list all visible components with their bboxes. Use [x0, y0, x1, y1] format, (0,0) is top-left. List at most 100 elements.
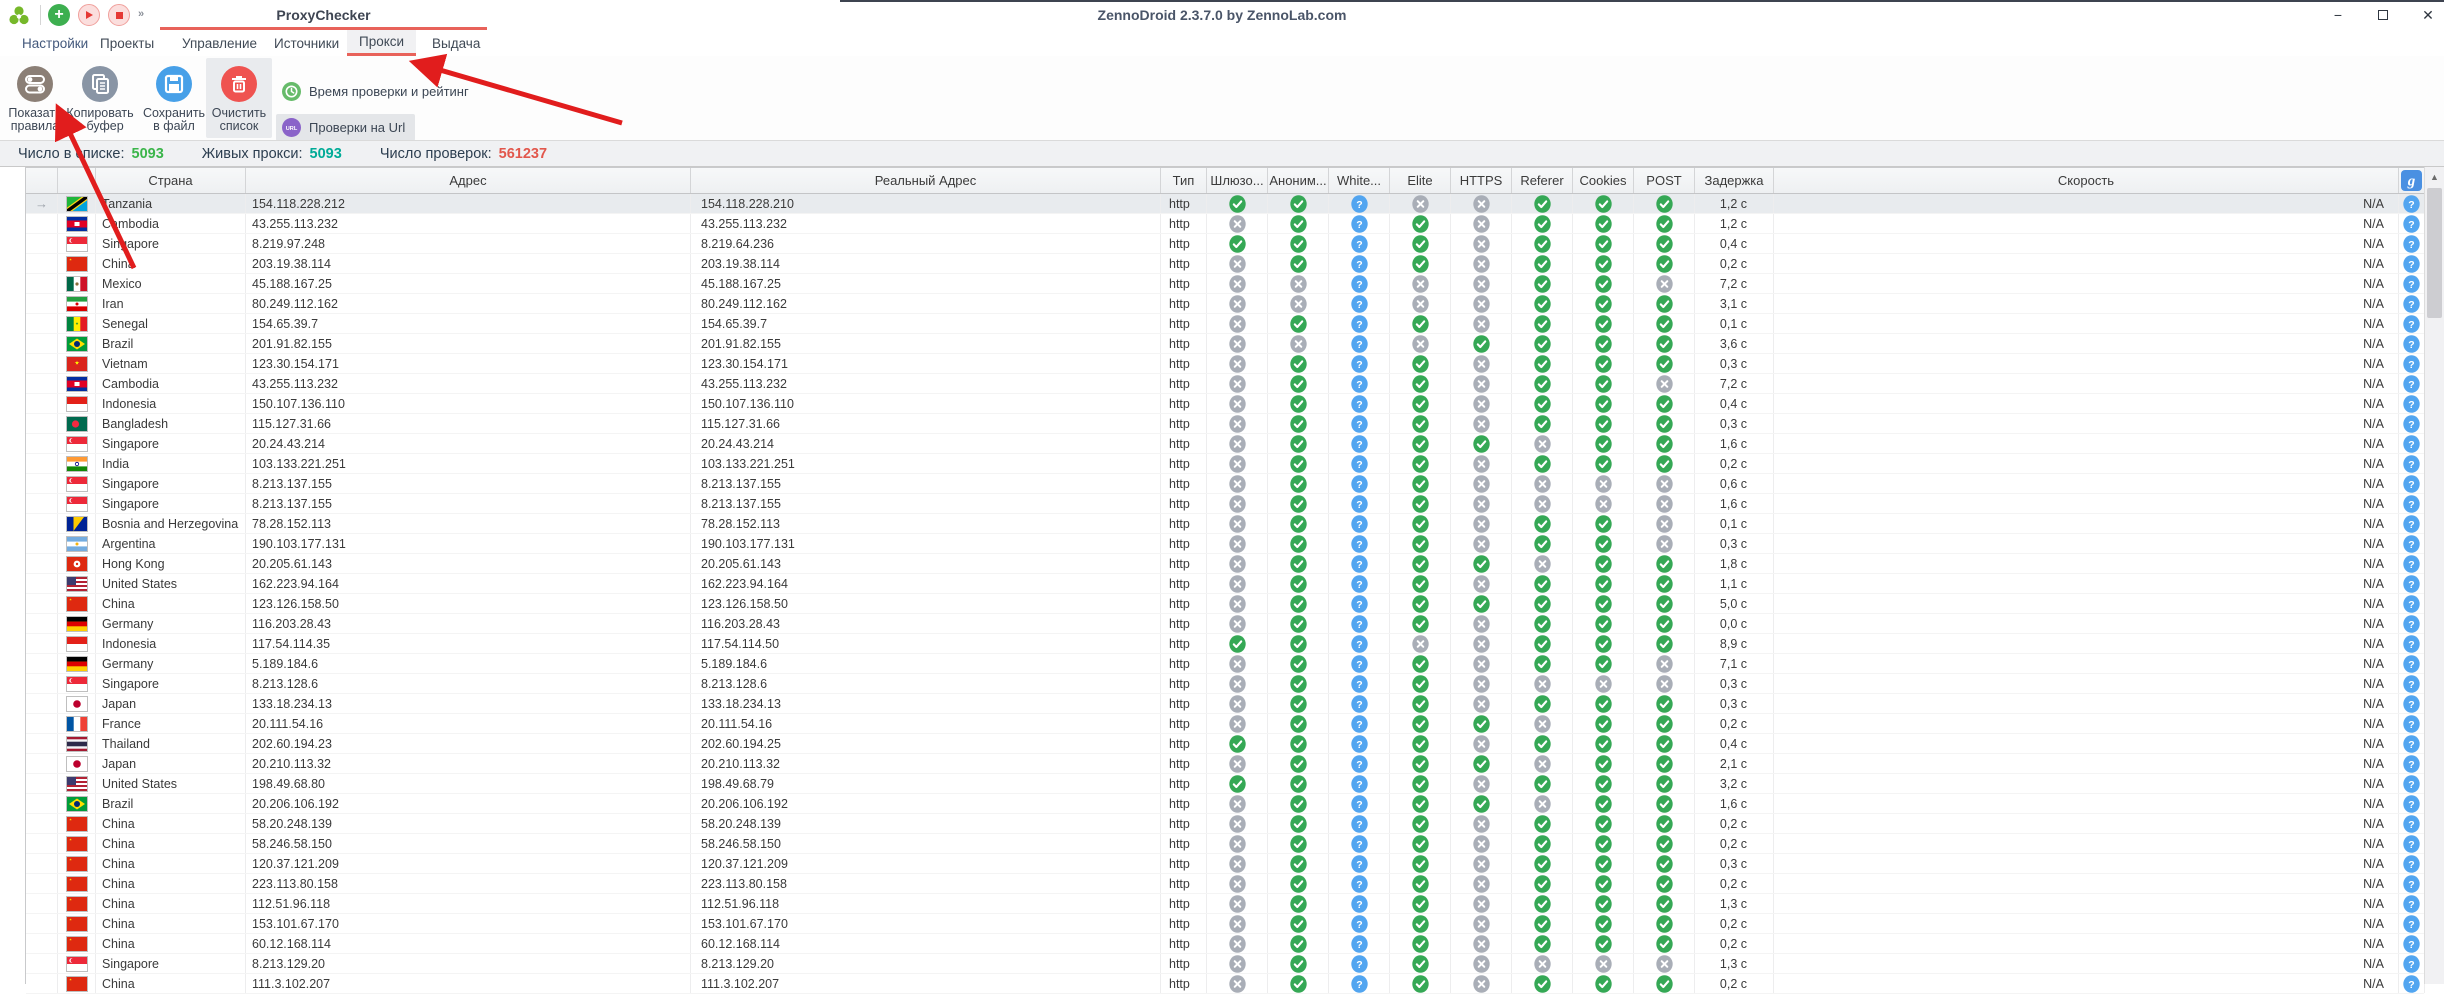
- menu-item-3[interactable]: Управление: [170, 30, 269, 56]
- column-header-anonymity[interactable]: Аноним...: [1268, 168, 1329, 193]
- table-row[interactable]: Singapore8.213.129.208.213.129.20http?1,…: [26, 954, 2424, 974]
- scroll-up-arrow-icon[interactable]: ▲: [2425, 167, 2444, 186]
- cell-white: ?: [1329, 794, 1390, 813]
- toolbar-button-2[interactable]: Копировать в буфер: [67, 58, 133, 138]
- table-row[interactable]: Japan20.210.113.3220.210.113.32http?2,1 …: [26, 754, 2424, 774]
- menu-item-4[interactable]: Источники: [262, 30, 351, 56]
- table-row[interactable]: United States162.223.94.164162.223.94.16…: [26, 574, 2424, 594]
- cell-type: http: [1161, 714, 1207, 733]
- cell-white: ?: [1329, 734, 1390, 753]
- table-row[interactable]: Singapore20.24.43.21420.24.43.214http?1,…: [26, 434, 2424, 454]
- menu-item-1[interactable]: Настройки: [10, 30, 100, 56]
- table-row[interactable]: Iran80.249.112.16280.249.112.162http?3,1…: [26, 294, 2424, 314]
- check-ok-icon: [1534, 895, 1551, 913]
- column-header-indicator[interactable]: [26, 168, 58, 193]
- table-row[interactable]: Argentina190.103.177.131190.103.177.131h…: [26, 534, 2424, 554]
- column-header-white[interactable]: White...: [1329, 168, 1390, 193]
- table-row[interactable]: India103.133.221.251103.133.221.251http?…: [26, 454, 2424, 474]
- table-row[interactable]: China153.101.67.170153.101.67.170http?0,…: [26, 914, 2424, 934]
- table-row[interactable]: Germany116.203.28.43116.203.28.43http?0,…: [26, 614, 2424, 634]
- column-header-type[interactable]: Тип: [1161, 168, 1207, 193]
- cell-country: Cambodia: [96, 214, 246, 233]
- table-row[interactable]: Brazil20.206.106.19220.206.106.192http?1…: [26, 794, 2424, 814]
- menu-item-6[interactable]: Выдача: [420, 30, 492, 56]
- cell-type: http: [1161, 894, 1207, 913]
- check-ok-icon: [1229, 635, 1246, 653]
- table-row[interactable]: China223.113.80.158223.113.80.158http?0,…: [26, 874, 2424, 894]
- menu-item-2[interactable]: Проекты: [88, 30, 166, 56]
- new-project-button[interactable]: +: [48, 4, 70, 26]
- cell-real-address: 5.189.184.6: [691, 654, 1161, 673]
- column-header-elite[interactable]: Elite: [1390, 168, 1451, 193]
- table-row[interactable]: Cambodia43.255.113.23243.255.113.232http…: [26, 374, 2424, 394]
- column-header-gateway[interactable]: Шлюзо...: [1207, 168, 1268, 193]
- cell-anonymity: [1268, 274, 1329, 293]
- check-unknown-icon: ?: [2403, 315, 2420, 333]
- table-row[interactable]: Hong Kong20.205.61.14320.205.61.143http?…: [26, 554, 2424, 574]
- cell-delay: 1,1 с: [1695, 574, 1774, 593]
- check-ok-icon: [1412, 435, 1429, 453]
- toolbar-button-1[interactable]: Показать правила: [2, 58, 68, 138]
- table-row[interactable]: Brazil201.91.82.155201.91.82.155http?3,6…: [26, 334, 2424, 354]
- table-row[interactable]: Singapore8.213.128.68.213.128.6http?0,3 …: [26, 674, 2424, 694]
- table-row[interactable]: Cambodia43.255.113.23243.255.113.232http…: [26, 214, 2424, 234]
- table-row[interactable]: Singapore8.213.137.1558.213.137.155http?…: [26, 494, 2424, 514]
- run-button[interactable]: [78, 4, 100, 26]
- table-row[interactable]: China60.12.168.11460.12.168.114http?0,2 …: [26, 934, 2424, 954]
- column-header-cookies[interactable]: Cookies: [1573, 168, 1634, 193]
- table-row[interactable]: China120.37.121.209120.37.121.209http?0,…: [26, 854, 2424, 874]
- cell-cookies: [1573, 254, 1634, 273]
- table-row[interactable]: China123.126.158.50123.126.158.50http?5,…: [26, 594, 2424, 614]
- table-row[interactable]: France20.111.54.1620.111.54.16http?0,2 с…: [26, 714, 2424, 734]
- vertical-scrollbar[interactable]: ▲: [2424, 167, 2444, 984]
- cell-type: http: [1161, 374, 1207, 393]
- close-button[interactable]: ✕: [2408, 2, 2444, 28]
- column-header-address[interactable]: Адрес: [246, 168, 691, 193]
- table-row[interactable]: Mexico45.188.167.2545.188.167.25http?7,2…: [26, 274, 2424, 294]
- table-row[interactable]: China203.19.38.114203.19.38.114http?0,2 …: [26, 254, 2424, 274]
- menu-item-5[interactable]: Прокси: [347, 30, 416, 56]
- column-header-speed[interactable]: Скорость: [1774, 168, 2399, 193]
- toolbar-toggle-1[interactable]: Время проверки и рейтинг: [276, 78, 479, 105]
- table-row[interactable]: China112.51.96.118112.51.96.118http?1,3 …: [26, 894, 2424, 914]
- table-row[interactable]: China58.20.248.13958.20.248.139http?0,2 …: [26, 814, 2424, 834]
- table-row[interactable]: Senegal154.65.39.7154.65.39.7http?0,1 сN…: [26, 314, 2424, 334]
- table-row[interactable]: Singapore8.213.137.1558.213.137.155http?…: [26, 474, 2424, 494]
- table-row[interactable]: Bangladesh115.127.31.66115.127.31.66http…: [26, 414, 2424, 434]
- maximize-button[interactable]: [2363, 2, 2403, 28]
- scrollbar-thumb[interactable]: [2427, 188, 2442, 318]
- check-fail-icon: [1656, 375, 1673, 393]
- cell-post: [1634, 474, 1695, 493]
- table-row[interactable]: China111.3.102.207111.3.102.207http?0,2 …: [26, 974, 2424, 994]
- column-header-https[interactable]: HTTPS: [1451, 168, 1512, 193]
- table-row[interactable]: Thailand202.60.194.23202.60.194.25http?0…: [26, 734, 2424, 754]
- table-row[interactable]: Indonesia117.54.114.35117.54.114.50http?…: [26, 634, 2424, 654]
- toolbar-button-4[interactable]: Очистить список: [206, 58, 272, 138]
- column-header-flag[interactable]: [58, 168, 96, 193]
- table-row[interactable]: United States198.49.68.80198.49.68.79htt…: [26, 774, 2424, 794]
- table-row[interactable]: Singapore8.219.97.2488.219.64.236http?0,…: [26, 234, 2424, 254]
- table-row[interactable]: →Tanzania154.118.228.212154.118.228.210h…: [26, 194, 2424, 214]
- minimize-button[interactable]: −: [2318, 2, 2358, 28]
- table-row[interactable]: Bosnia and Herzegovina78.28.152.11378.28…: [26, 514, 2424, 534]
- column-header-google[interactable]: g: [2399, 168, 2425, 193]
- toolbar-toggle-2[interactable]: URLПроверки на Url: [276, 114, 415, 141]
- table-row[interactable]: Germany5.189.184.65.189.184.6http?7,1 сN…: [26, 654, 2424, 674]
- check-ok-icon: [1290, 535, 1307, 553]
- column-header-post[interactable]: POST: [1634, 168, 1695, 193]
- cell-post: [1634, 634, 1695, 653]
- column-header-country[interactable]: Страна: [96, 168, 246, 193]
- table-row[interactable]: Japan133.18.234.13133.18.234.13http?0,3 …: [26, 694, 2424, 714]
- document-tab-proxychecker[interactable]: ProxyChecker: [160, 0, 487, 30]
- table-row[interactable]: Vietnam123.30.154.171123.30.154.171http?…: [26, 354, 2424, 374]
- column-header-referer[interactable]: Referer: [1512, 168, 1573, 193]
- table-row[interactable]: China58.246.58.15058.246.58.150http?0,2 …: [26, 834, 2424, 854]
- column-header-delay[interactable]: Задержка: [1695, 168, 1774, 193]
- stop-button[interactable]: [108, 4, 130, 26]
- toolbar-button-3[interactable]: Сохранить в файл: [141, 58, 207, 138]
- toolbar-overflow-chevron-icon[interactable]: »: [138, 8, 145, 20]
- check-ok-icon: [1534, 695, 1551, 713]
- table-row[interactable]: Indonesia150.107.136.110150.107.136.110h…: [26, 394, 2424, 414]
- current-row-indicator: [26, 894, 58, 913]
- column-header-real_address[interactable]: Реальный Адрес: [691, 168, 1161, 193]
